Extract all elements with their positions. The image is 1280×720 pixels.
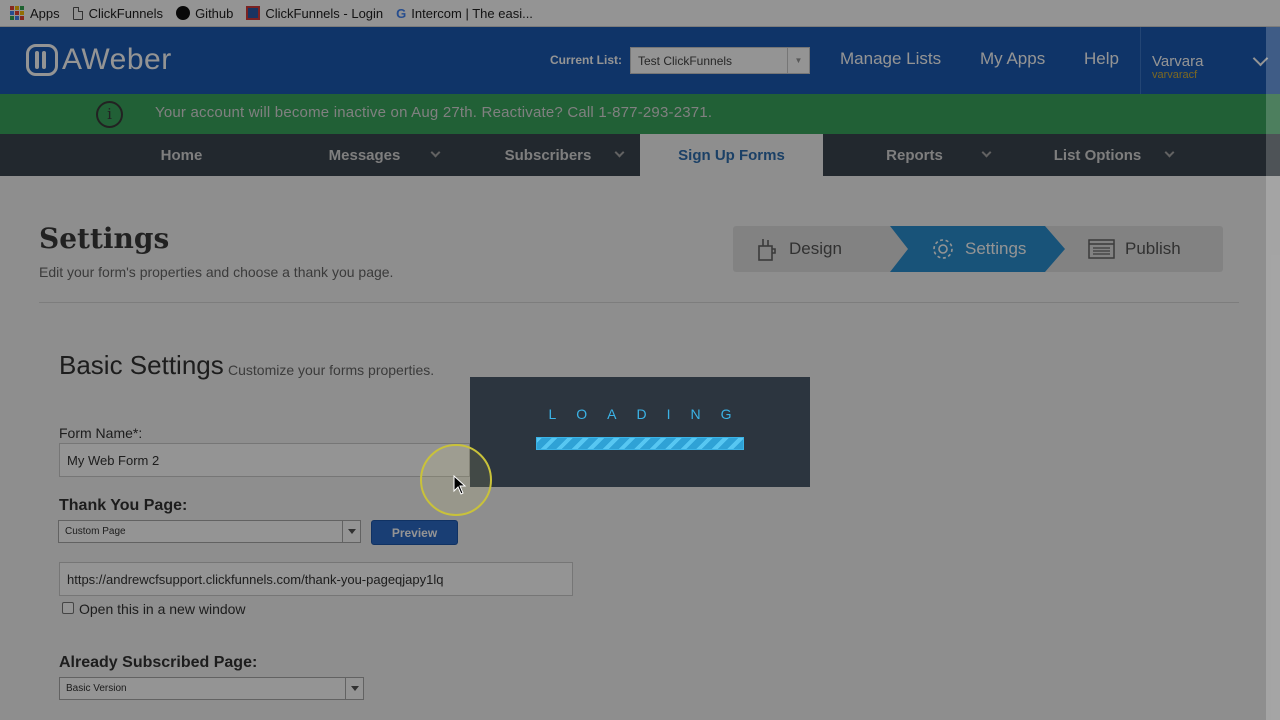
already-subscribed-label: Already Subscribed Page: — [59, 654, 258, 671]
chevron-down-icon — [981, 147, 992, 158]
divider — [39, 302, 1239, 303]
user-menu[interactable]: Varvara varvaracf — [1140, 27, 1280, 94]
bookmark-github[interactable]: Github — [176, 6, 233, 21]
logo-text: AWeber — [62, 43, 172, 76]
step-label: Design — [789, 239, 842, 258]
main-tab-nav: Home Messages Subscribers Sign Up Forms … — [0, 134, 1280, 176]
new-window-label: Open this in a new window — [79, 601, 246, 617]
select-value: Basic Version — [66, 683, 127, 694]
bookmark-clickfunnels[interactable]: ClickFunnels — [72, 5, 164, 21]
user-name: Varvara — [1152, 53, 1204, 70]
tab-label: Messages — [328, 146, 401, 164]
new-window-checkbox[interactable] — [62, 602, 74, 614]
nav-help[interactable]: Help — [1084, 49, 1119, 69]
bookmark-label: Apps — [30, 5, 60, 21]
select-value: Custom Page — [65, 526, 126, 537]
mouse-pointer-icon — [453, 475, 467, 495]
chevron-down-icon — [1164, 147, 1175, 158]
tab-subscribers[interactable]: Subscribers — [456, 134, 640, 176]
chevron-down-icon — [342, 521, 360, 542]
step-design[interactable]: Design — [755, 226, 842, 272]
tab-label: Subscribers — [504, 146, 592, 164]
publish-icon — [1088, 239, 1115, 259]
tab-list-options[interactable]: List Options — [1006, 134, 1189, 176]
clickfunnels-icon — [246, 6, 261, 20]
nav-my-apps[interactable]: My Apps — [980, 49, 1045, 69]
aweber-logo-icon — [26, 44, 58, 76]
design-tools-icon — [758, 239, 776, 261]
tab-sign-up-forms[interactable]: Sign Up Forms — [640, 134, 823, 176]
bookmark-clickfunnels-login[interactable]: ClickFunnels - Login — [246, 6, 383, 21]
page-title: Settings — [39, 222, 170, 255]
tab-messages[interactable]: Messages — [273, 134, 456, 176]
step-label: Publish — [1125, 239, 1181, 258]
already-subscribed-select[interactable]: Basic Version — [59, 677, 364, 700]
github-icon — [176, 6, 191, 20]
bookmarks-bar: Apps ClickFunnels Github ClickFunnels - … — [0, 0, 1280, 27]
current-list-label: Current List: — [550, 53, 622, 67]
loading-text: LOADING — [548, 406, 752, 422]
gear-icon — [933, 239, 953, 259]
bookmark-label: Intercom | The easi... — [411, 5, 533, 21]
bookmark-intercom[interactable]: G Intercom | The easi... — [396, 6, 533, 21]
current-list-select[interactable]: Test ClickFunnels ▼ — [630, 47, 810, 74]
loading-panel: LOADING — [470, 377, 810, 487]
loading-progress-bar — [536, 437, 744, 450]
form-name-input[interactable]: My Web Form 2 — [59, 443, 470, 477]
tab-label: Home — [160, 146, 203, 164]
current-list-value: Test ClickFunnels — [638, 54, 733, 68]
user-handle: varvaracf — [1152, 69, 1198, 81]
chevron-down-icon — [1252, 50, 1269, 67]
bookmark-apps[interactable]: Apps — [10, 6, 60, 21]
basic-settings-title: Basic Settings — [59, 350, 224, 380]
tab-label: Reports — [886, 146, 943, 164]
banner-text[interactable]: Your account will become inactive on Aug… — [155, 104, 712, 121]
chevron-down-icon: ▼ — [787, 48, 809, 73]
info-icon: i — [96, 101, 123, 128]
thank-you-url-input[interactable]: https://andrewcfsupport.clickfunnels.com… — [59, 562, 573, 596]
basic-settings-subtitle: Customize your forms properties. — [228, 362, 435, 378]
account-banner: i Your account will become inactive on A… — [0, 94, 1280, 134]
step-publish[interactable]: Publish — [1088, 226, 1181, 272]
chevron-down-icon — [430, 147, 441, 158]
chevron-down-icon — [614, 147, 625, 158]
document-icon — [72, 6, 83, 20]
thank-you-page-label: Thank You Page: — [59, 497, 188, 514]
page-subtitle: Edit your form's properties and choose a… — [39, 264, 394, 280]
google-icon: G — [396, 5, 407, 21]
bookmark-label: ClickFunnels — [88, 5, 164, 21]
tab-reports[interactable]: Reports — [823, 134, 1006, 176]
preview-button[interactable]: Preview — [371, 520, 458, 545]
nav-manage-lists[interactable]: Manage Lists — [840, 49, 941, 69]
step-label: Settings — [965, 239, 1027, 258]
tab-label: List Options — [1053, 146, 1142, 164]
bookmark-label: Github — [195, 5, 234, 21]
form-name-label: Form Name*: — [59, 425, 143, 441]
app-header: AWeber Current List: Test ClickFunnels ▼… — [0, 27, 1280, 94]
aweber-logo[interactable]: AWeber — [26, 43, 172, 77]
thank-you-page-select[interactable]: Custom Page — [58, 520, 361, 543]
step-settings[interactable]: Settings — [931, 226, 1026, 272]
apps-grid-icon — [10, 6, 24, 20]
tab-home[interactable]: Home — [90, 134, 273, 176]
tab-label: Sign Up Forms — [678, 146, 785, 164]
chevron-down-icon — [345, 678, 363, 699]
bookmark-label: ClickFunnels - Login — [265, 5, 384, 21]
form-steps: Design Settings Publish — [733, 226, 1223, 272]
